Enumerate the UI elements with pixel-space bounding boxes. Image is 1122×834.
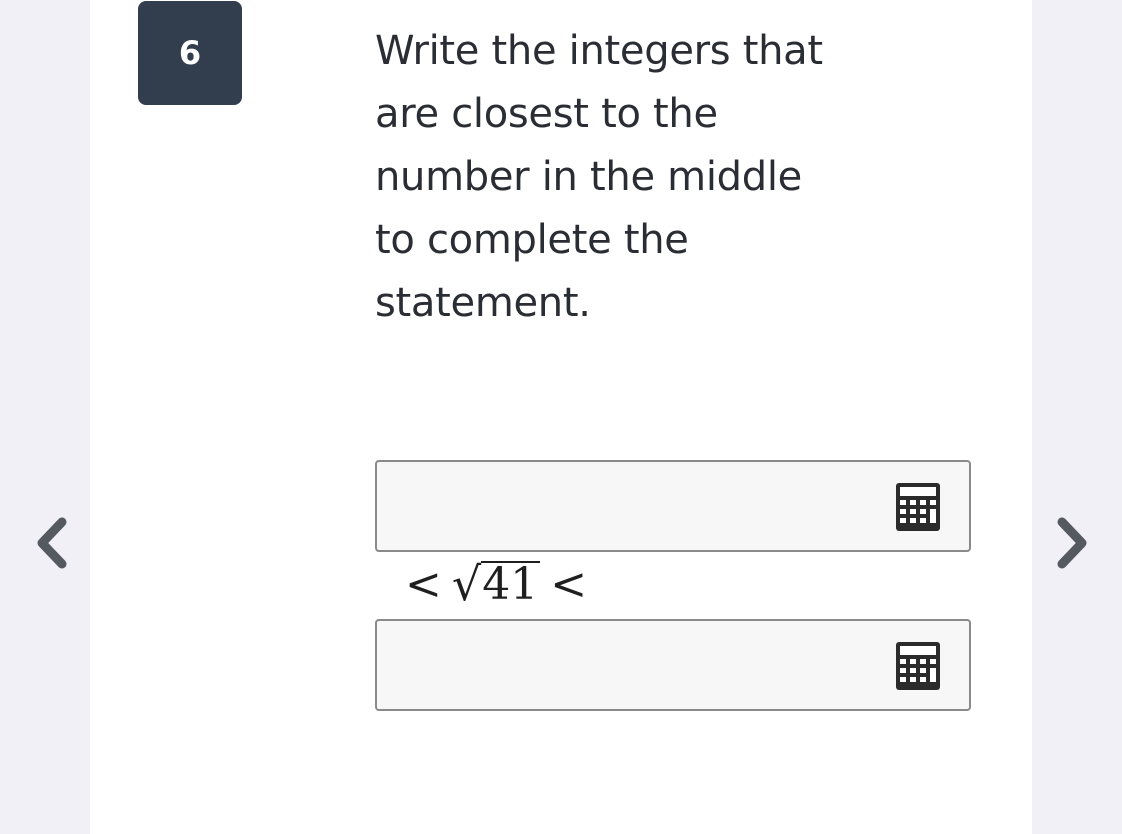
lower-integer-field[interactable]: [375, 460, 971, 552]
chevron-left-icon[interactable]: [32, 514, 72, 572]
question-number-badge: 6: [138, 1, 242, 105]
less-than-symbol: <: [550, 558, 588, 610]
calculator-icon[interactable]: [895, 482, 941, 532]
question-number: 6: [178, 34, 202, 72]
prompt-line: number in the middle: [375, 154, 802, 200]
radical-symbol: √: [451, 557, 482, 611]
calculator-icon[interactable]: [895, 641, 941, 691]
prompt-line: statement.: [375, 280, 591, 326]
upper-integer-input[interactable]: [389, 631, 883, 701]
prompt-line: to complete the: [375, 217, 689, 263]
lower-integer-input[interactable]: [389, 472, 883, 542]
prompt-line: are closest to the: [375, 91, 718, 137]
question-prompt: Write the integers that are closest to t…: [375, 20, 845, 335]
inequality-expression: < √ 41 <: [395, 556, 597, 612]
radicand: 41: [481, 559, 541, 610]
prompt-line: Write the integers that: [375, 28, 823, 74]
chevron-right-icon[interactable]: [1052, 514, 1092, 572]
upper-integer-field[interactable]: [375, 619, 971, 711]
less-than-symbol: <: [405, 558, 442, 610]
